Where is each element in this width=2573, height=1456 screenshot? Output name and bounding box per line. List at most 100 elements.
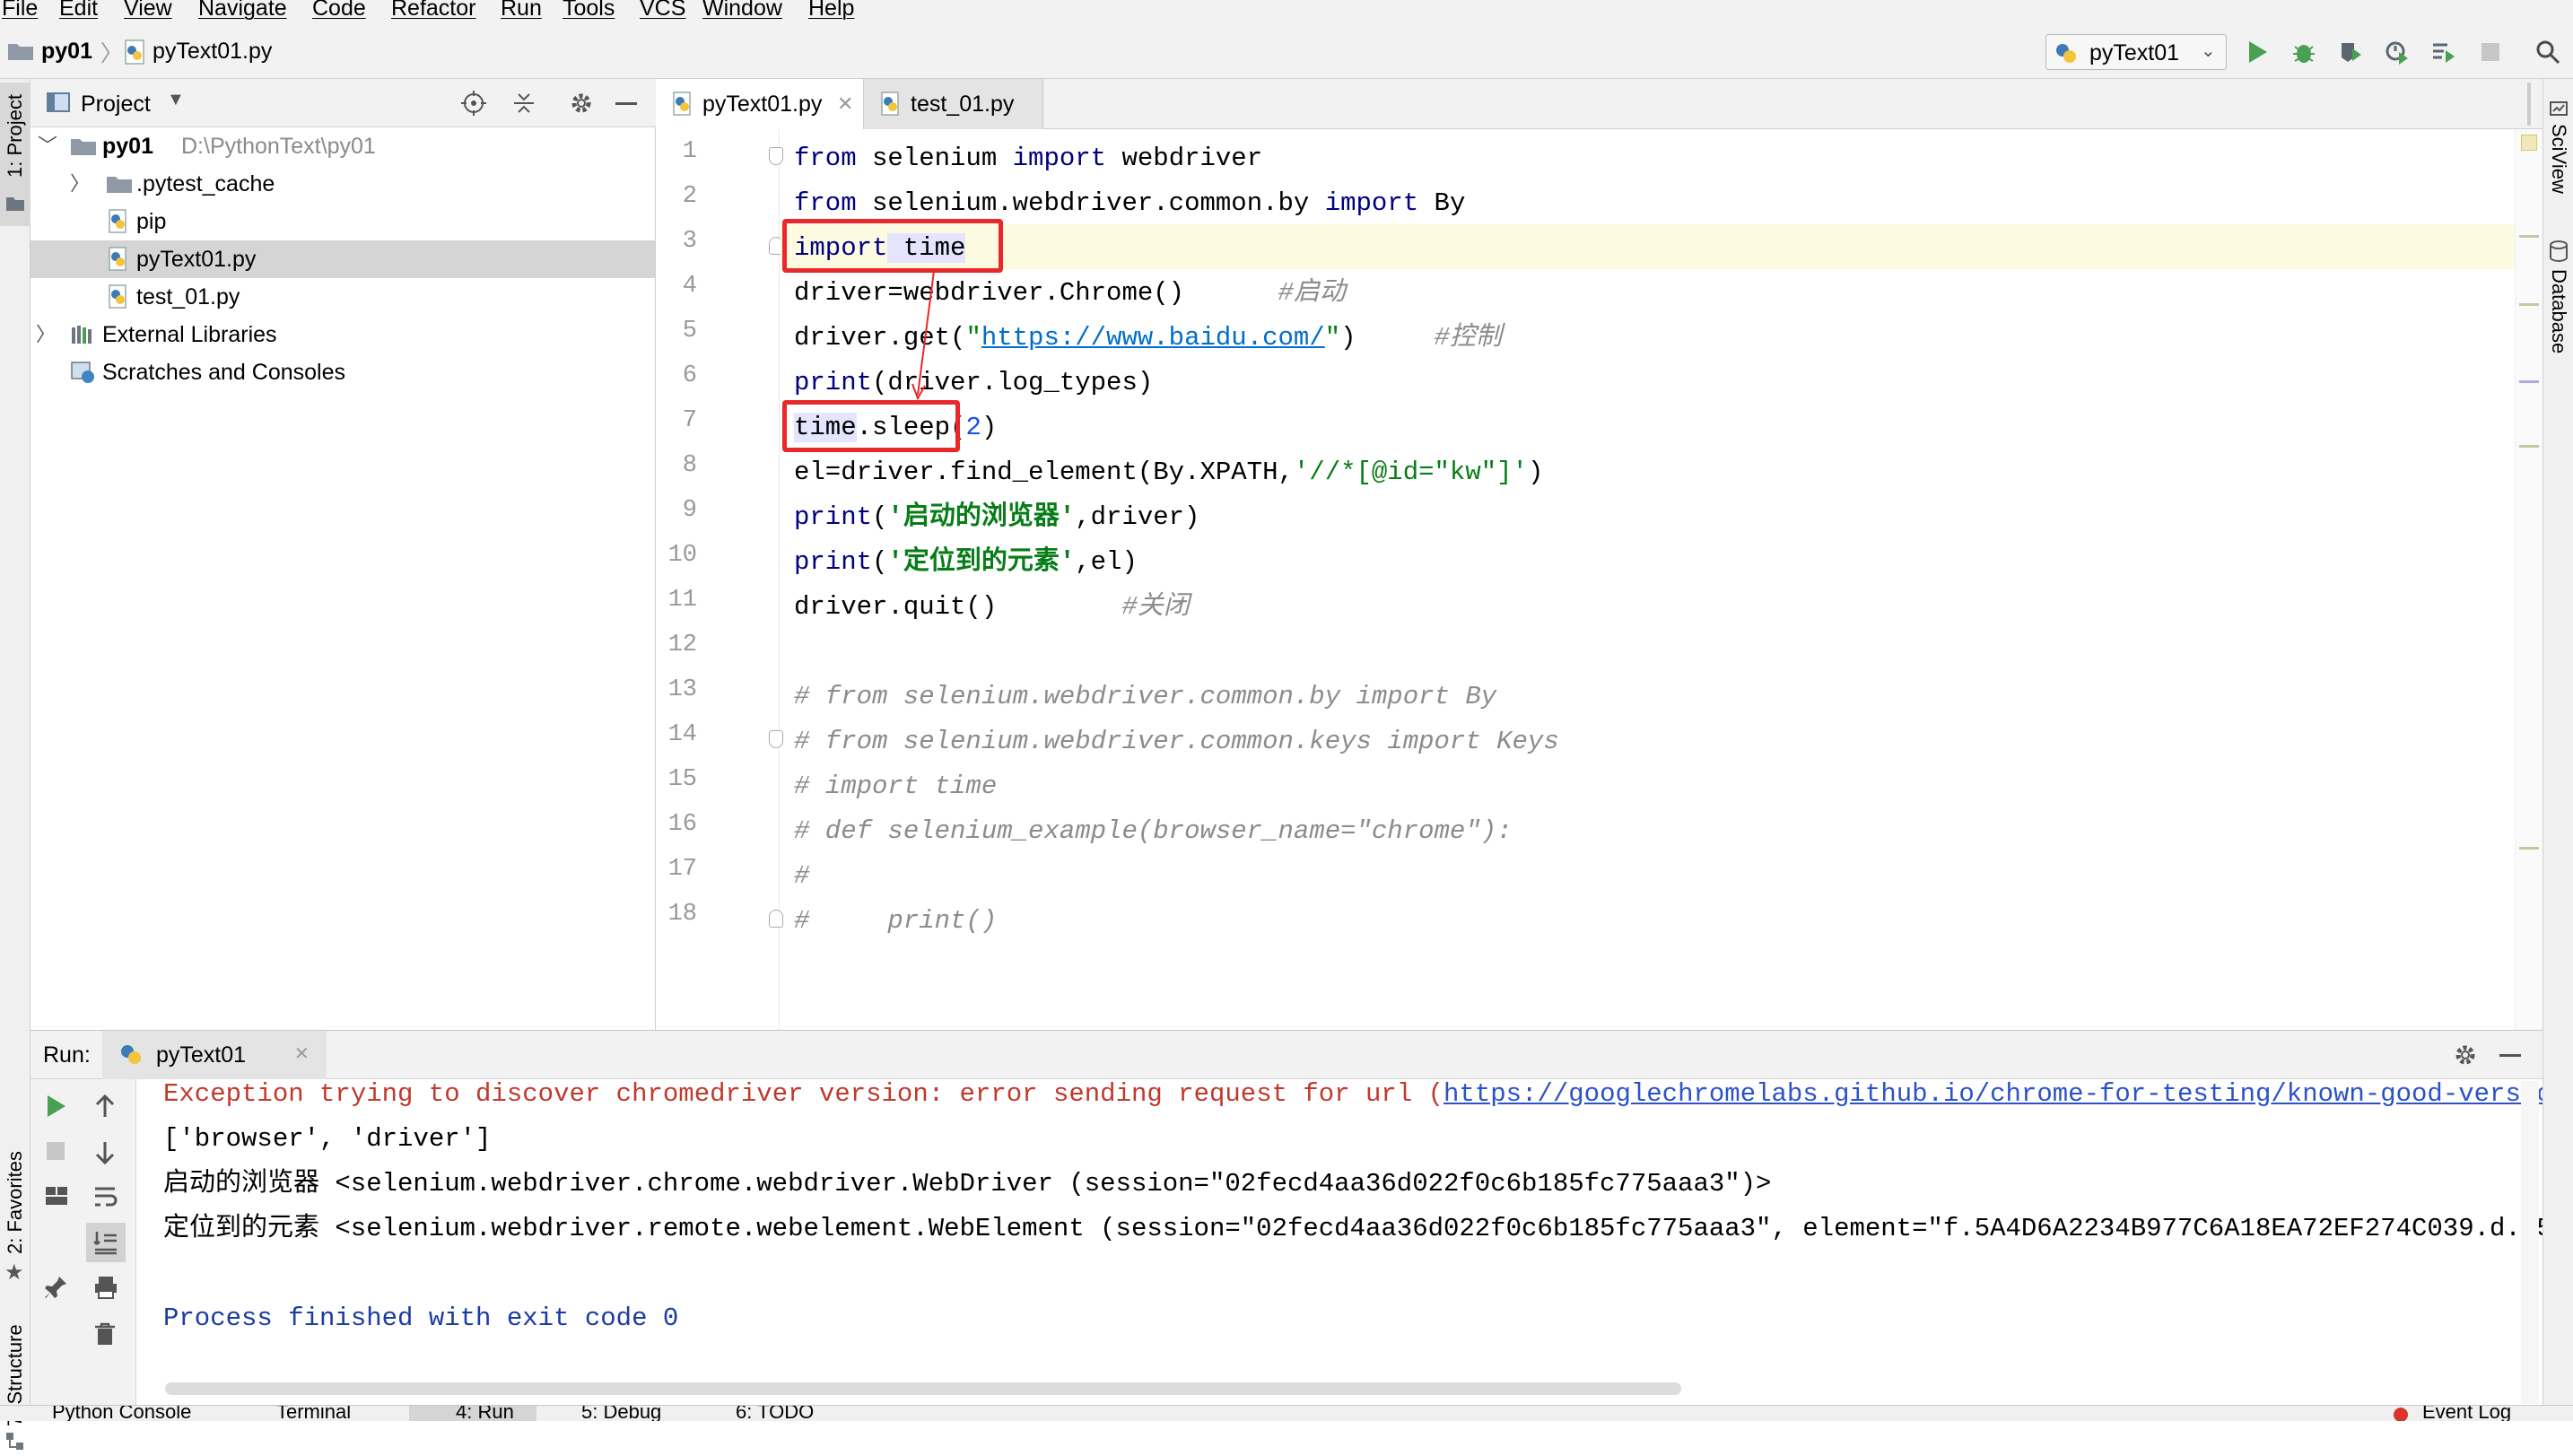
tree-item-pytext01[interactable]: pyText01.py: [31, 240, 655, 278]
search-icon[interactable]: [2534, 38, 2562, 66]
run-config-select[interactable]: pyText01 ⌄: [2045, 34, 2227, 70]
tree-item-scratches[interactable]: Scratches and Consoles: [31, 353, 655, 391]
debug-icon[interactable]: [2290, 38, 2318, 66]
console-output[interactable]: Exception trying to discover chromedrive…: [136, 1079, 2542, 1417]
trash-icon[interactable]: [93, 1321, 120, 1348]
rerun-icon[interactable]: [45, 1094, 72, 1120]
code-line-14[interactable]: # from selenium.webdriver.common.keys im…: [794, 719, 1559, 764]
scroll-to-end-toggle[interactable]: [86, 1223, 126, 1262]
menu-file[interactable]: File: [2, 0, 38, 20]
tree-item-pip[interactable]: pip: [31, 203, 655, 240]
menu-navigate[interactable]: Navigate: [198, 0, 287, 20]
code-line-17[interactable]: #: [794, 854, 809, 899]
code-line-13[interactable]: # from selenium.webdriver.common.by impo…: [794, 675, 1496, 719]
console-error-link[interactable]: https://googlechromelabs.github.io/chrom…: [1443, 1079, 2542, 1109]
project-panel-header: Project ▼: [31, 79, 656, 127]
code-line-10[interactable]: print('定位到的元素',el): [794, 540, 1138, 585]
code-line-6[interactable]: print(driver.log_types): [794, 361, 1153, 405]
tab-label: pyText01.py: [702, 92, 823, 117]
run-toolbar: [31, 1079, 136, 1417]
close-icon[interactable]: ✕: [837, 79, 853, 129]
inspection-status-icon[interactable]: [2521, 135, 2537, 151]
run-tab[interactable]: pyText01 ✕: [102, 1031, 327, 1079]
project-view-icon: [47, 92, 70, 113]
menu-run[interactable]: Run: [501, 0, 542, 20]
arrow-down-icon[interactable]: [93, 1140, 120, 1167]
horizontal-scrollbar[interactable]: [165, 1382, 1681, 1395]
chevron-down-icon[interactable]: ﹀: [38, 127, 57, 165]
collapse-all-icon[interactable]: [511, 91, 536, 116]
arrow-up-icon[interactable]: [93, 1094, 120, 1120]
gear-icon[interactable]: [2453, 1042, 2478, 1068]
menu-refactor[interactable]: Refactor: [391, 0, 475, 20]
sciview-tool-label[interactable]: SciView: [2547, 124, 2570, 194]
bottom-tab-terminal[interactable]: Terminal: [276, 1406, 351, 1421]
code-line-8[interactable]: el=driver.find_element(By.XPATH,'//*[@id…: [794, 450, 1543, 495]
breadcrumb-file[interactable]: pyText01.py: [153, 39, 272, 65]
tab-test01[interactable]: test_01.py: [864, 79, 1043, 129]
code-line-15[interactable]: # import time: [794, 764, 997, 809]
menu-code[interactable]: Code: [312, 0, 366, 20]
menu-help[interactable]: Help: [808, 0, 854, 20]
minimize-icon[interactable]: [2499, 1054, 2521, 1057]
library-icon: [72, 326, 92, 344]
line-number: 15: [667, 766, 697, 793]
menu-view[interactable]: View: [124, 0, 172, 20]
profile-icon[interactable]: [2383, 38, 2412, 66]
bottom-tab-run[interactable]: 4: Run: [456, 1406, 514, 1421]
breadcrumb-project[interactable]: py01: [41, 39, 92, 65]
bottom-tab-todo[interactable]: 6: TODO: [736, 1406, 814, 1421]
vertical-scrollbar[interactable]: [2521, 1081, 2539, 1404]
favorites-tool-label[interactable]: 2: Favorites: [4, 1151, 27, 1254]
concurrency-icon[interactable]: [2429, 38, 2458, 66]
menu-tools[interactable]: Tools: [563, 0, 615, 20]
fold-marker-icon[interactable]: [769, 910, 783, 928]
bottom-tab-debug[interactable]: 5: Debug: [581, 1406, 661, 1421]
tree-item-test01[interactable]: test_01.py: [31, 278, 655, 316]
code-line-18[interactable]: # print(): [794, 899, 997, 944]
run-icon[interactable]: [2243, 38, 2272, 66]
breadcrumb-separator: 〉: [100, 41, 124, 66]
locate-icon[interactable]: [461, 91, 486, 116]
chevron-right-icon[interactable]: 〉: [36, 316, 56, 353]
layout-icon[interactable]: [45, 1185, 72, 1212]
tree-item-pytest-cache[interactable]: 〉 .pytest_cache: [31, 165, 655, 203]
tree-root[interactable]: ﹀ py01 D:\PythonText\py01: [31, 127, 655, 165]
soft-wrap-icon[interactable]: [93, 1185, 120, 1212]
fold-marker-icon[interactable]: [769, 147, 783, 165]
tab-pytext01[interactable]: pyText01.py ✕: [656, 79, 864, 129]
python-file-icon: [881, 92, 899, 116]
stop-icon[interactable]: [2476, 38, 2505, 66]
pin-icon[interactable]: [45, 1275, 72, 1302]
print-icon[interactable]: [93, 1275, 120, 1302]
root-name: py01: [102, 134, 153, 159]
code-line-4[interactable]: driver=webdriver.Chrome() #启动: [794, 271, 1346, 316]
event-log[interactable]: Event Log: [2422, 1406, 2511, 1421]
code-line-16[interactable]: # def selenium_example(browser_name="chr…: [794, 809, 1513, 854]
dropdown-arrow-icon[interactable]: ▼: [167, 90, 185, 110]
fold-marker-icon[interactable]: [769, 730, 783, 748]
database-tool-label[interactable]: Database: [2547, 269, 2570, 353]
code-line-11[interactable]: driver.quit() #关闭: [794, 585, 1190, 630]
line-number: 16: [667, 811, 697, 838]
chevron-right-icon[interactable]: 〉: [70, 165, 90, 203]
minimize-icon[interactable]: [615, 102, 637, 105]
code-line-1[interactable]: from selenium import webdriver: [794, 136, 1262, 181]
line-number: 10: [667, 542, 697, 569]
project-panel-title[interactable]: Project: [81, 92, 151, 118]
code-line-5[interactable]: driver.get("https://www.baidu.com/") #控制: [794, 316, 1502, 361]
line-number: 2: [682, 183, 697, 210]
tree-item-external-libraries[interactable]: 〉 External Libraries: [31, 316, 655, 353]
line-number: 6: [682, 362, 697, 389]
stop-icon[interactable]: [45, 1140, 72, 1167]
close-icon[interactable]: ✕: [294, 1042, 310, 1065]
menu-window[interactable]: Window: [702, 0, 782, 20]
menu-vcs[interactable]: VCS: [640, 0, 685, 20]
coverage-icon[interactable]: [2336, 38, 2365, 66]
menu-edit[interactable]: Edit: [59, 0, 98, 20]
bottom-tab-python-console[interactable]: Python Console: [52, 1406, 191, 1421]
code-line-9[interactable]: print('启动的浏览器',driver): [794, 495, 1199, 540]
gear-icon[interactable]: [569, 91, 594, 116]
run-panel-label: Run:: [43, 1042, 91, 1068]
stripe-mark: [2519, 303, 2539, 306]
